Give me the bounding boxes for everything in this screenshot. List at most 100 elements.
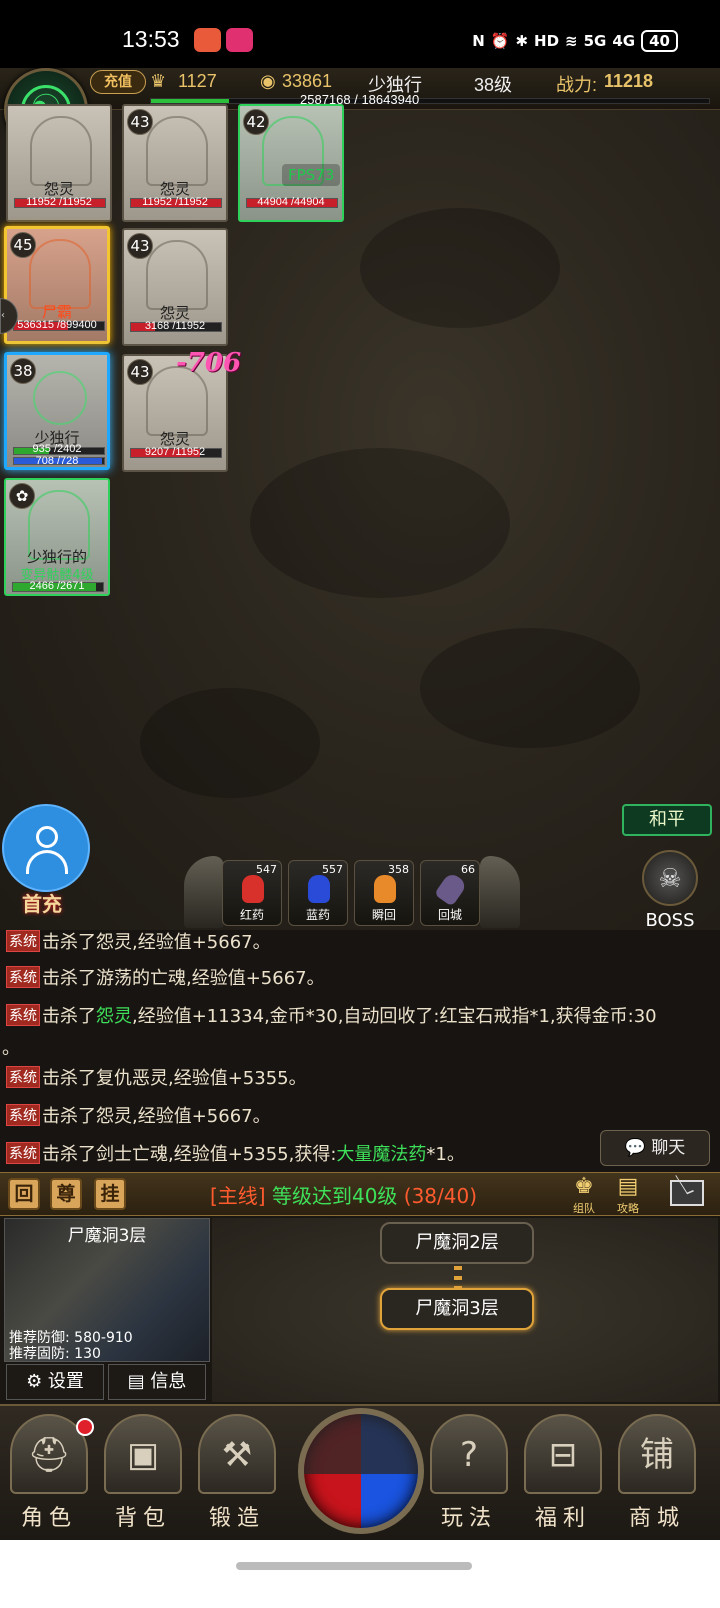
app-notification-icon xyxy=(226,28,253,52)
info-label: 信息 xyxy=(150,1371,187,1392)
chat-line: 系统 击杀了怨灵,经验值+5667。 xyxy=(6,928,271,954)
quest-progress: (38/40) xyxy=(403,1184,478,1208)
chat-text: *1。 xyxy=(426,1144,465,1165)
clock: 13:53 xyxy=(122,26,180,52)
info-button[interactable]: ▤ 信息 xyxy=(108,1364,206,1400)
notification-dot xyxy=(76,1418,94,1436)
respect-button[interactable]: 尊 xyxy=(50,1178,82,1210)
system-tag: 系统 xyxy=(6,930,40,952)
user-icon-body xyxy=(26,850,68,874)
recharge-button[interactable]: 充值 xyxy=(90,70,146,94)
hp-text: 2466 /2671 xyxy=(29,580,85,592)
hd-icon: HD xyxy=(534,32,560,50)
home-indicator[interactable] xyxy=(236,1562,472,1570)
auto-hang-button[interactable]: 挂 xyxy=(94,1178,126,1210)
potion-count: 547 xyxy=(256,863,277,876)
chat-line: 系统 击杀了游荡的亡魂,经验值+5667。 xyxy=(6,964,325,990)
peace-mode-button[interactable]: 和平 xyxy=(622,804,712,836)
avatar-button[interactable] xyxy=(2,804,90,892)
target-card-selected[interactable]: 45 尸霸 536315 /899400 xyxy=(4,226,110,344)
guide-button[interactable]: ▤ 攻略 xyxy=(608,1174,648,1215)
nav-label: 福利 xyxy=(534,1506,591,1531)
chat-text: ,经验值+11334,金币*30,自动回收了:红宝石戒指*1,获得金币:30 xyxy=(132,1006,657,1027)
mp-text: 708 /728 xyxy=(35,455,79,467)
nav-welfare[interactable]: ⊟ 福利 xyxy=(520,1414,606,1534)
chat-text: 击杀了怨灵,经验值+5667。 xyxy=(42,932,271,953)
potion-count: 557 xyxy=(322,863,343,876)
nav-label: 商城 xyxy=(628,1506,685,1531)
potion-slot-instant[interactable]: 358 瞬回 xyxy=(354,860,414,926)
damage-number: -706 xyxy=(176,348,242,378)
chat-line: 系统 击杀了剑士亡魂,经验值+5355,获得:大量魔法药*1。 xyxy=(6,1140,465,1166)
guide-icon: ▤ xyxy=(617,1174,639,1199)
document-icon: ▤ xyxy=(127,1371,151,1392)
potion-slot-return[interactable]: 66 回城 xyxy=(420,860,480,926)
chest-icon: ⊟ xyxy=(524,1414,602,1494)
chat-button[interactable]: 💬 聊天 xyxy=(600,1130,710,1166)
floor-button-current[interactable]: 尸魔洞3层 xyxy=(380,1288,534,1330)
nav-forge[interactable]: ⚒ 锻造 xyxy=(194,1414,280,1534)
chat-text: 击杀了 xyxy=(42,1006,96,1027)
floor-button[interactable]: 尸魔洞2层 xyxy=(380,1222,534,1264)
chat-line: 系统 击杀了怨灵,经验值+5667。 xyxy=(6,1102,271,1128)
minimap[interactable]: 尸魔洞3层 推荐防御: 580-910 推荐固防: 130 xyxy=(4,1218,210,1362)
player-card[interactable]: 38 少独行 935 /2402 708 /728 xyxy=(4,352,110,470)
nav-label: 背包 xyxy=(114,1506,171,1531)
potion-label: 红药 xyxy=(239,908,264,922)
potion-slot-blue[interactable]: 557 蓝药 xyxy=(288,860,348,926)
target-card[interactable]: 42 44904 /44904 xyxy=(238,104,344,222)
system-tag: 系统 xyxy=(6,1104,40,1126)
path-dots xyxy=(454,1266,462,1290)
settings-button[interactable]: ⚙ 设置 xyxy=(6,1364,104,1400)
boss-label: BOSS xyxy=(645,910,695,931)
nfc-icon: N xyxy=(472,32,485,50)
ogre-figure xyxy=(29,239,91,309)
gold-count: 33861 xyxy=(282,71,333,91)
chat-text: 击杀了复仇恶灵,经验值+5355。 xyxy=(42,1068,307,1089)
team-button[interactable]: ♚ 组队 xyxy=(564,1174,604,1215)
target-card[interactable]: 怨灵 11952 /11952 xyxy=(6,104,112,222)
battery-icon: 40 xyxy=(641,30,678,52)
chat-bubble-icon: 💬 xyxy=(624,1138,652,1158)
ingot-icon: ♛ xyxy=(150,71,167,91)
gesture-bar xyxy=(0,1540,720,1608)
hp-text: 536315 /899400 xyxy=(17,319,97,331)
target-card[interactable]: 43 怨灵 3168 /11952 xyxy=(122,228,228,346)
backpack-icon: ▣ xyxy=(104,1414,182,1494)
dragon-ornament-left xyxy=(184,856,224,928)
mail-icon[interactable] xyxy=(670,1180,704,1206)
potion-label: 瞬回 xyxy=(371,908,396,922)
quest-tag: [主线] xyxy=(210,1184,266,1208)
main-quest-tracker[interactable]: [主线] 等级达到40级 (38/40) xyxy=(210,1180,477,1209)
nav-bag[interactable]: ▣ 背包 xyxy=(100,1414,186,1534)
anvil-icon: ⚒ xyxy=(198,1414,276,1494)
first-charge-button[interactable]: 首充 xyxy=(22,888,62,917)
ingot-count: 1127 xyxy=(178,71,217,91)
signal-4g-icon: 4G xyxy=(612,32,636,50)
exp-bar xyxy=(150,98,710,104)
power-value: 11218 xyxy=(604,71,654,91)
chat-line: 系统 击杀了复仇恶灵,经验值+5355。 xyxy=(6,1064,307,1090)
chat-line-wrap: 。 xyxy=(2,1038,20,1059)
wraith-figure xyxy=(146,116,208,186)
guide-label: 攻略 xyxy=(617,1202,639,1215)
potion-slot-red[interactable]: 547 红药 xyxy=(222,860,282,926)
pet-card[interactable]: ✿ 少独行的 变异骷髅4级 2466 /2671 xyxy=(4,478,110,596)
yinyang-figure xyxy=(33,371,87,425)
return-button[interactable]: 回 xyxy=(8,1178,40,1210)
target-card[interactable]: 43 怨灵 11952 /11952 xyxy=(122,104,228,222)
chat-text: 击杀了游荡的亡魂,经验值+5667。 xyxy=(42,968,325,989)
power-label: 战力: xyxy=(556,75,598,95)
nav-gameplay[interactable]: ? 玩法 xyxy=(426,1414,512,1534)
signal-5g-icon: 5G xyxy=(583,32,607,50)
chat-button-label: 聊天 xyxy=(651,1138,686,1158)
nav-label: 角色 xyxy=(20,1506,77,1531)
instant-potion-icon xyxy=(374,875,396,903)
boss-button[interactable]: ☠ BOSS xyxy=(638,850,702,934)
nav-shop[interactable]: 铺商城 xyxy=(614,1414,700,1534)
chat-text: 击杀了剑士亡魂,经验值+5355,获得: xyxy=(42,1144,337,1165)
hp-text: 11952 /11952 xyxy=(26,196,92,208)
system-tag: 系统 xyxy=(6,1004,40,1026)
system-tag: 系统 xyxy=(6,1142,40,1164)
team-icon: ♚ xyxy=(574,1174,594,1199)
